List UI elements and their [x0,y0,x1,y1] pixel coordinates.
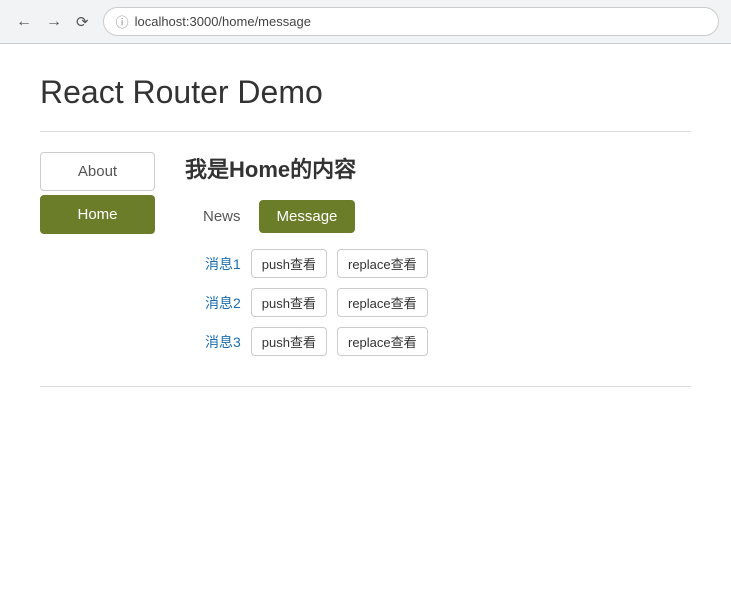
sub-nav-message[interactable]: Message [259,200,356,233]
browser-chrome: ← → ⟳ ⓘ localhost:3000/home/message [0,0,731,44]
page-content: React Router Demo About Home 我是Home的内容 N… [0,44,731,417]
back-button[interactable]: ← [12,11,36,33]
right-content: 我是Home的内容 News Message 消息1 push查看 replac… [185,152,691,356]
nav-item-about[interactable]: About [40,152,155,191]
push-btn-3[interactable]: push查看 [251,327,327,356]
message-link-3[interactable]: 消息3 [205,332,241,352]
address-bar[interactable]: ⓘ localhost:3000/home/message [103,7,719,36]
message-link-1[interactable]: 消息1 [205,254,241,274]
replace-btn-3[interactable]: replace查看 [337,327,428,356]
nav-item-home[interactable]: Home [40,195,155,234]
reload-button[interactable]: ⟳ [72,11,93,33]
bottom-divider [40,386,691,387]
push-btn-1[interactable]: push查看 [251,249,327,278]
main-layout: About Home 我是Home的内容 News Message 消息1 pu… [40,152,691,356]
replace-btn-2[interactable]: replace查看 [337,288,428,317]
replace-btn-1[interactable]: replace查看 [337,249,428,278]
message-row-2: 消息2 push查看 replace查看 [205,288,691,317]
forward-button[interactable]: → [42,11,66,33]
left-nav: About Home [40,152,155,238]
home-title: 我是Home的内容 [185,152,691,184]
info-icon: ⓘ [116,12,129,31]
browser-nav-buttons: ← → ⟳ [12,11,93,33]
message-row-3: 消息3 push查看 replace查看 [205,327,691,356]
sub-nav: News Message [185,200,691,233]
message-row-1: 消息1 push查看 replace查看 [205,249,691,278]
push-btn-2[interactable]: push查看 [251,288,327,317]
message-link-2[interactable]: 消息2 [205,293,241,313]
page-title: React Router Demo [40,74,691,111]
messages-list: 消息1 push查看 replace查看 消息2 push查看 replace查… [185,249,691,356]
sub-nav-news[interactable]: News [185,200,259,233]
top-divider [40,131,691,132]
url-text: localhost:3000/home/message [135,14,311,29]
